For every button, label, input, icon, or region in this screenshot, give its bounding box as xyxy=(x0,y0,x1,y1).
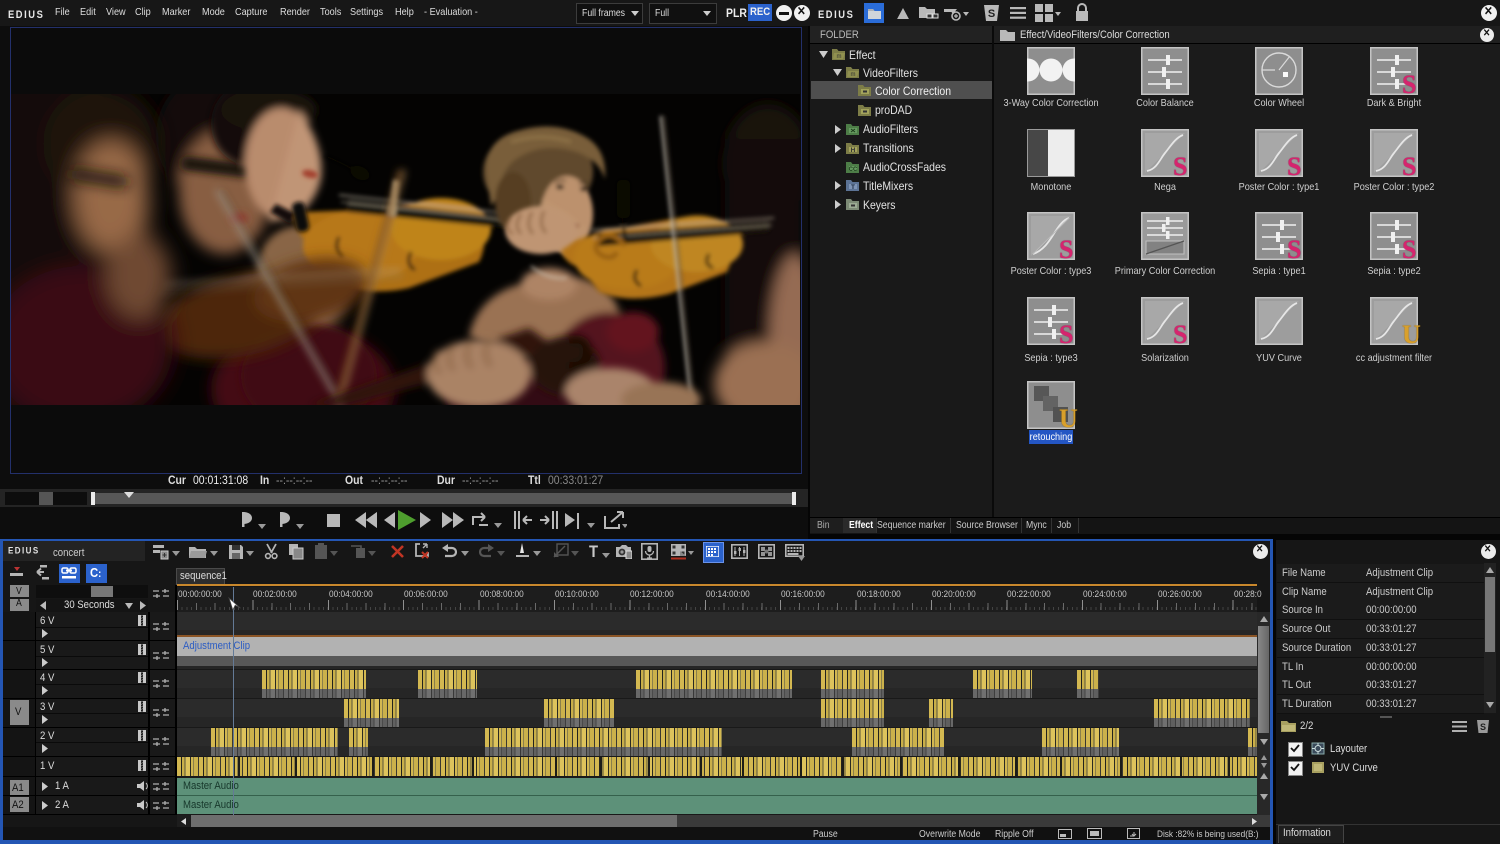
svg-text:m: m xyxy=(851,72,856,78)
svg-text:m: m xyxy=(837,54,842,60)
svg-text:S: S xyxy=(1480,722,1486,732)
svg-text:CC: CC xyxy=(849,167,858,173)
svg-text:T: T xyxy=(851,184,855,191)
svg-text:S: S xyxy=(988,8,995,20)
svg-text:H: H xyxy=(851,147,856,154)
